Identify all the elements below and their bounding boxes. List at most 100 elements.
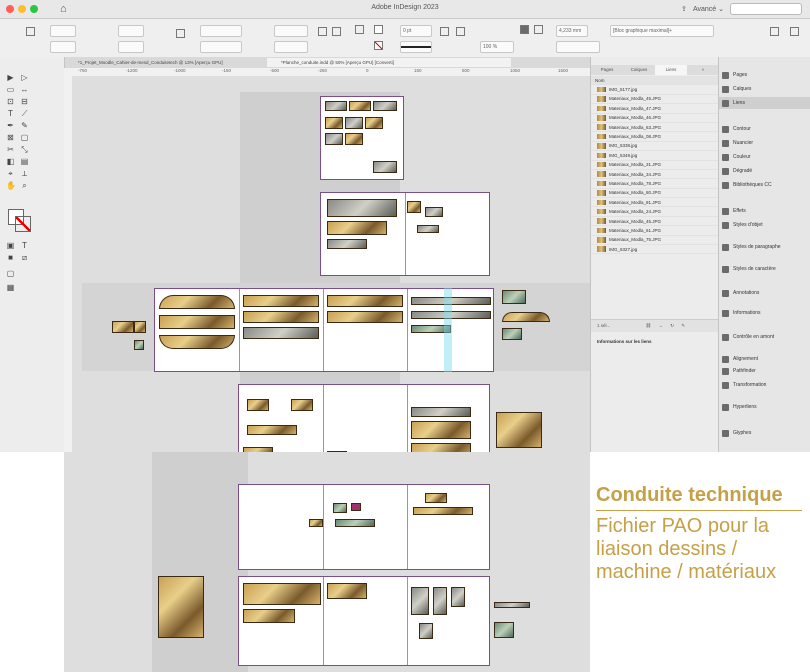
list-item[interactable]: Materiaux_Modla_45.JPG xyxy=(591,217,719,227)
placed-image[interactable] xyxy=(327,295,403,307)
pasteboard-image[interactable] xyxy=(502,312,550,322)
dock-item-liens[interactable]: Liens xyxy=(719,97,810,109)
placed-image[interactable] xyxy=(291,399,313,411)
placed-image[interactable] xyxy=(345,117,363,129)
spread-3[interactable] xyxy=(154,288,494,372)
placed-image[interactable] xyxy=(243,295,319,307)
rectangle-tool-icon[interactable]: ▢ xyxy=(20,133,29,142)
workspace-selector[interactable]: Avancé ⌄ xyxy=(693,5,724,13)
edit-original-icon[interactable]: ✎ xyxy=(681,323,685,328)
measure-tool-icon[interactable]: ⟂ xyxy=(20,169,29,178)
tab-calques[interactable]: Calques xyxy=(623,65,655,75)
zoom-tool-icon[interactable]: ⌕ xyxy=(20,181,29,190)
placed-image[interactable] xyxy=(333,503,347,513)
placed-image[interactable] xyxy=(407,201,421,213)
content-collector-icon[interactable]: ⊡ xyxy=(6,97,15,106)
text-wrap-box-icon[interactable] xyxy=(456,27,465,36)
pencil-tool-icon[interactable]: ✎ xyxy=(20,121,29,130)
pasteboard-image[interactable] xyxy=(496,412,542,448)
placed-image[interactable] xyxy=(243,327,319,339)
preview-mode-icon[interactable]: ▦ xyxy=(6,283,15,292)
list-item[interactable]: Materiaux_Modla_81.JPG xyxy=(591,198,719,208)
placed-image[interactable] xyxy=(159,315,235,329)
spread-2[interactable] xyxy=(320,192,490,276)
dock-item-informations[interactable]: Informations xyxy=(719,307,810,319)
share-icon[interactable]: ⇪ xyxy=(681,5,687,13)
screen-mode-icon[interactable]: ▢ xyxy=(6,269,15,278)
list-item[interactable]: IMG_5338.jpg xyxy=(591,142,719,152)
scale-y-field[interactable] xyxy=(200,41,242,53)
formatting-text-icon[interactable]: T xyxy=(20,241,29,250)
panel-menu-icon[interactable] xyxy=(790,27,799,36)
stroke-swatch-tool[interactable] xyxy=(15,216,31,232)
line-tool-icon[interactable]: ⟋ xyxy=(20,109,29,118)
reference-point-icon[interactable] xyxy=(26,27,35,36)
rectangle-frame-tool-icon[interactable]: ⊠ xyxy=(6,133,15,142)
gradient-tool-icon[interactable]: ◧ xyxy=(6,157,15,166)
placed-image[interactable] xyxy=(159,335,235,349)
list-item[interactable]: Materiaux_Modla_78.JPG xyxy=(591,179,719,189)
pasteboard-image[interactable] xyxy=(494,602,530,608)
pen-tool-icon[interactable]: ✒ xyxy=(6,121,15,130)
list-item[interactable]: IMG_6327.jpg xyxy=(591,245,719,255)
fitting-icon[interactable] xyxy=(520,25,529,34)
free-transform-tool-icon[interactable]: ⤡ xyxy=(20,145,29,154)
rotation-field[interactable] xyxy=(274,25,308,37)
spread-6[interactable] xyxy=(238,576,490,666)
dock-item-transformation[interactable]: Transformation xyxy=(719,379,810,391)
dock-item-nuancier[interactable]: Nuancier xyxy=(719,137,810,149)
list-item[interactable]: Materiaux_Modla_47.JPG xyxy=(591,104,719,114)
list-item[interactable]: Materiaux_Modla_45.JPG xyxy=(591,95,719,105)
pasteboard-image[interactable] xyxy=(502,290,526,304)
pasteboard-image[interactable] xyxy=(134,340,144,350)
placed-image[interactable] xyxy=(247,399,269,411)
list-item[interactable]: Materiaux_Modla_75.JPG xyxy=(591,236,719,246)
placed-image[interactable] xyxy=(247,425,297,435)
placed-image[interactable] xyxy=(327,239,367,249)
pasteboard[interactable] xyxy=(72,76,590,452)
placed-image[interactable] xyxy=(373,101,397,111)
panel-overflow-button[interactable]: » xyxy=(687,65,719,75)
pasteboard-image[interactable] xyxy=(112,321,134,333)
object-style-dropdown[interactable]: [Bloc graphique maximal]+ xyxy=(610,25,714,37)
placed-image[interactable] xyxy=(327,199,397,217)
list-item[interactable]: IMG_5177.jpg xyxy=(591,85,719,95)
dock-item-effets[interactable]: Effets xyxy=(719,205,810,217)
apply-color-icon[interactable]: ■ xyxy=(6,253,15,262)
opacity-field[interactable] xyxy=(556,41,600,53)
placed-image[interactable] xyxy=(243,583,321,605)
placed-image[interactable] xyxy=(413,507,473,515)
content-placer-icon[interactable]: ⊟ xyxy=(20,97,29,106)
stroke-weight-field[interactable]: 0 pt xyxy=(400,25,432,37)
placed-image[interactable] xyxy=(425,493,447,503)
placed-image[interactable] xyxy=(411,421,471,439)
placed-image[interactable] xyxy=(325,101,347,111)
spread-5[interactable] xyxy=(238,484,490,570)
flip-icon[interactable] xyxy=(332,27,341,36)
dock-item-hyperliens[interactable]: Hyperliens xyxy=(719,401,810,413)
placed-image[interactable] xyxy=(243,311,319,323)
dock-item-paragraph-styles[interactable]: Styles de paragraphe xyxy=(719,241,810,253)
shear-field[interactable] xyxy=(274,41,308,53)
dock-item-object-styles[interactable]: Styles d'objet xyxy=(719,219,810,231)
tab-document-2[interactable]: *Planche_conduite.indd @ 50% [Aperçu GPU… xyxy=(267,58,511,67)
corner-size-field[interactable]: 4,233 mm xyxy=(556,25,588,37)
eyedropper-tool-icon[interactable]: ⌖ xyxy=(6,169,15,178)
rotate-icon[interactable] xyxy=(318,27,327,36)
list-item[interactable]: Materiaux_Modla_34.JPG xyxy=(591,170,719,180)
spread-4[interactable] xyxy=(238,384,490,452)
formatting-container-icon[interactable]: ▣ xyxy=(6,241,15,250)
update-link-icon[interactable]: ↻ xyxy=(670,323,674,328)
quick-apply-icon[interactable] xyxy=(770,27,779,36)
list-item[interactable]: Materiaux_Modla_61.JPG xyxy=(591,226,719,236)
list-item[interactable]: Materiaux_Modla_63.JPG xyxy=(591,123,719,133)
search-field[interactable] xyxy=(730,3,802,15)
dock-item-annotations[interactable]: Annotations xyxy=(719,287,810,299)
height-field[interactable] xyxy=(118,41,144,53)
list-item[interactable]: IMG_5349.jpg xyxy=(591,151,719,161)
direct-selection-tool-icon[interactable]: ▷ xyxy=(20,73,29,82)
scissors-tool-icon[interactable]: ✂ xyxy=(6,145,15,154)
placed-image[interactable] xyxy=(417,225,439,233)
dock-item-calques[interactable]: Calques xyxy=(719,83,810,95)
link-info-title[interactable]: Informations sur les liens xyxy=(597,339,652,344)
